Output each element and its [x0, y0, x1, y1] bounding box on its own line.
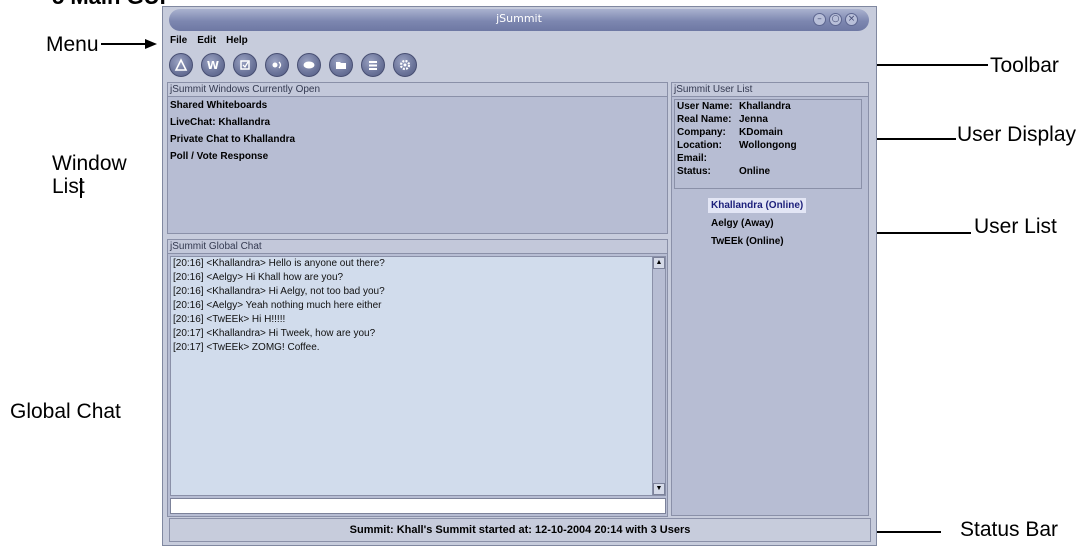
toolbar: W [169, 53, 417, 79]
window-list-item[interactable]: Poll / Vote Response [168, 148, 667, 165]
status-bar: Summit: Khall's Summit started at: 12-10… [169, 518, 871, 542]
global-chat-title: jSummit Global Chat [168, 240, 667, 254]
user-display-label: Email: [677, 153, 708, 164]
broadcast-icon [272, 61, 282, 69]
window-list-item[interactable]: LiveChat: Khallandra [168, 114, 667, 131]
menu-help[interactable]: Help [225, 35, 249, 51]
chat-bubble-icon [303, 61, 315, 69]
window-list-item[interactable]: Private Chat to Khallandra [168, 131, 667, 148]
broadcast-button[interactable] [265, 53, 289, 77]
document-heading: 5 Main GUI [52, 0, 166, 10]
wiki-button[interactable]: W [201, 53, 225, 77]
list-button[interactable] [361, 53, 385, 77]
whiteboard-button[interactable] [169, 53, 193, 77]
maximize-button[interactable]: ○ [829, 13, 842, 26]
list-icon [369, 61, 377, 70]
menu-edit[interactable]: Edit [196, 35, 217, 51]
callout-menu-line [101, 43, 145, 45]
user-list: Khallandra (Online) Aelgy (Away) TwEEk (… [708, 195, 807, 249]
callout-menu-arrow [145, 39, 157, 49]
chat-message: [20:16] <Khallandra> Hello is anyone out… [173, 258, 385, 269]
chat-message: [20:16] <Aelgy> Yeah nothing much here e… [173, 300, 382, 311]
chat-input[interactable] [170, 498, 666, 514]
user-display-row: User Name: Khallandra [675, 100, 861, 113]
callout-toolbar: Toolbar [990, 54, 1059, 77]
callout-user-display: User Display [957, 123, 1077, 146]
callout-global-chat: Global Chat [10, 400, 121, 423]
callout-status-bar: Status Bar [960, 518, 1059, 541]
user-display-value: Jenna [739, 114, 768, 125]
wiki-icon: W [207, 59, 219, 72]
user-list-title: jSummit User List [672, 83, 868, 97]
close-button[interactable]: × [845, 13, 858, 26]
chat-message: [20:16] <TwEEk> Hi H!!!!! [173, 314, 286, 325]
user-display-value: Khallandra [739, 101, 791, 112]
user-display-value: KDomain [739, 127, 783, 138]
folder-button[interactable] [329, 53, 353, 77]
callout-window-list: Window List [52, 152, 127, 198]
user-display-label: Real Name: [677, 114, 732, 125]
user-list-panel: jSummit User List User Name: Khallandra R… [671, 82, 869, 516]
user-list-item-tweek[interactable]: TwEEk (Online) [708, 234, 787, 249]
window-list-item[interactable]: Shared Whiteboards [168, 97, 667, 114]
user-display-row: Real Name: Jenna [675, 113, 861, 126]
poll-icon [240, 60, 250, 70]
global-chat-panel: jSummit Global Chat [20:16] <Khallandra>… [167, 239, 668, 517]
chat-message: [20:16] <Aelgy> Hi Khall how are you? [173, 272, 344, 283]
chat-message: [20:16] <Khallandra> Hi Aelgy, not too b… [173, 286, 385, 297]
user-display-row: Company: KDomain [675, 126, 861, 139]
user-display-value: Online [739, 166, 771, 177]
chat-message: [20:17] <Khallandra> Hi Tweek, how are y… [173, 328, 376, 339]
user-display-row: Email: [675, 152, 861, 165]
chat-button[interactable] [297, 53, 321, 77]
user-display-label: User Name: [677, 101, 733, 112]
user-list-item-khallandra[interactable]: Khallandra (Online) [708, 198, 807, 213]
window-title: jSummit [496, 12, 542, 25]
user-display-row: Location: Wollongong [675, 139, 861, 152]
scroll-down-button[interactable]: ▼ [653, 483, 665, 495]
menu-file[interactable]: File [169, 35, 188, 51]
minimize-button[interactable]: – [813, 13, 826, 26]
user-display: User Name: Khallandra Real Name: Jenna Com… [674, 99, 862, 189]
scroll-up-button[interactable]: ▲ [653, 257, 665, 269]
user-display-row: Status: Online [675, 165, 861, 178]
user-display-value: Wollongong [739, 140, 797, 151]
menu-bar: File Edit Help [169, 35, 249, 51]
settings-icon [399, 59, 411, 71]
settings-button[interactable] [393, 53, 417, 77]
whiteboard-icon [174, 58, 188, 71]
user-display-label: Company: [677, 127, 726, 138]
callout-window-list-vline [80, 178, 82, 198]
chat-message: [20:17] <TwEEk> ZOMG! Coffee. [173, 342, 320, 353]
svg-text:W: W [207, 59, 219, 72]
user-list-item-aelgy[interactable]: Aelgy (Away) [708, 216, 777, 231]
poll-button[interactable] [233, 53, 257, 77]
app-window: jSummit – ○ × File Edit Help W jSummit W… [162, 6, 877, 546]
folder-icon [336, 62, 346, 69]
callout-window-list-line1: Window [52, 152, 127, 175]
user-display-label: Status: [677, 166, 711, 177]
window-list-panel: jSummit Windows Currently Open Shared Wh… [167, 82, 668, 234]
user-display-label: Location: [677, 140, 722, 151]
window-list-title: jSummit Windows Currently Open [168, 83, 667, 97]
callout-menu: Menu [46, 33, 99, 56]
callout-user-list: User List [974, 215, 1057, 238]
title-bar[interactable]: jSummit – ○ × [169, 9, 869, 31]
chat-scrollbar[interactable]: ▲ ▼ [652, 257, 665, 495]
chat-log[interactable]: [20:16] <Khallandra> Hello is anyone out… [170, 256, 666, 496]
